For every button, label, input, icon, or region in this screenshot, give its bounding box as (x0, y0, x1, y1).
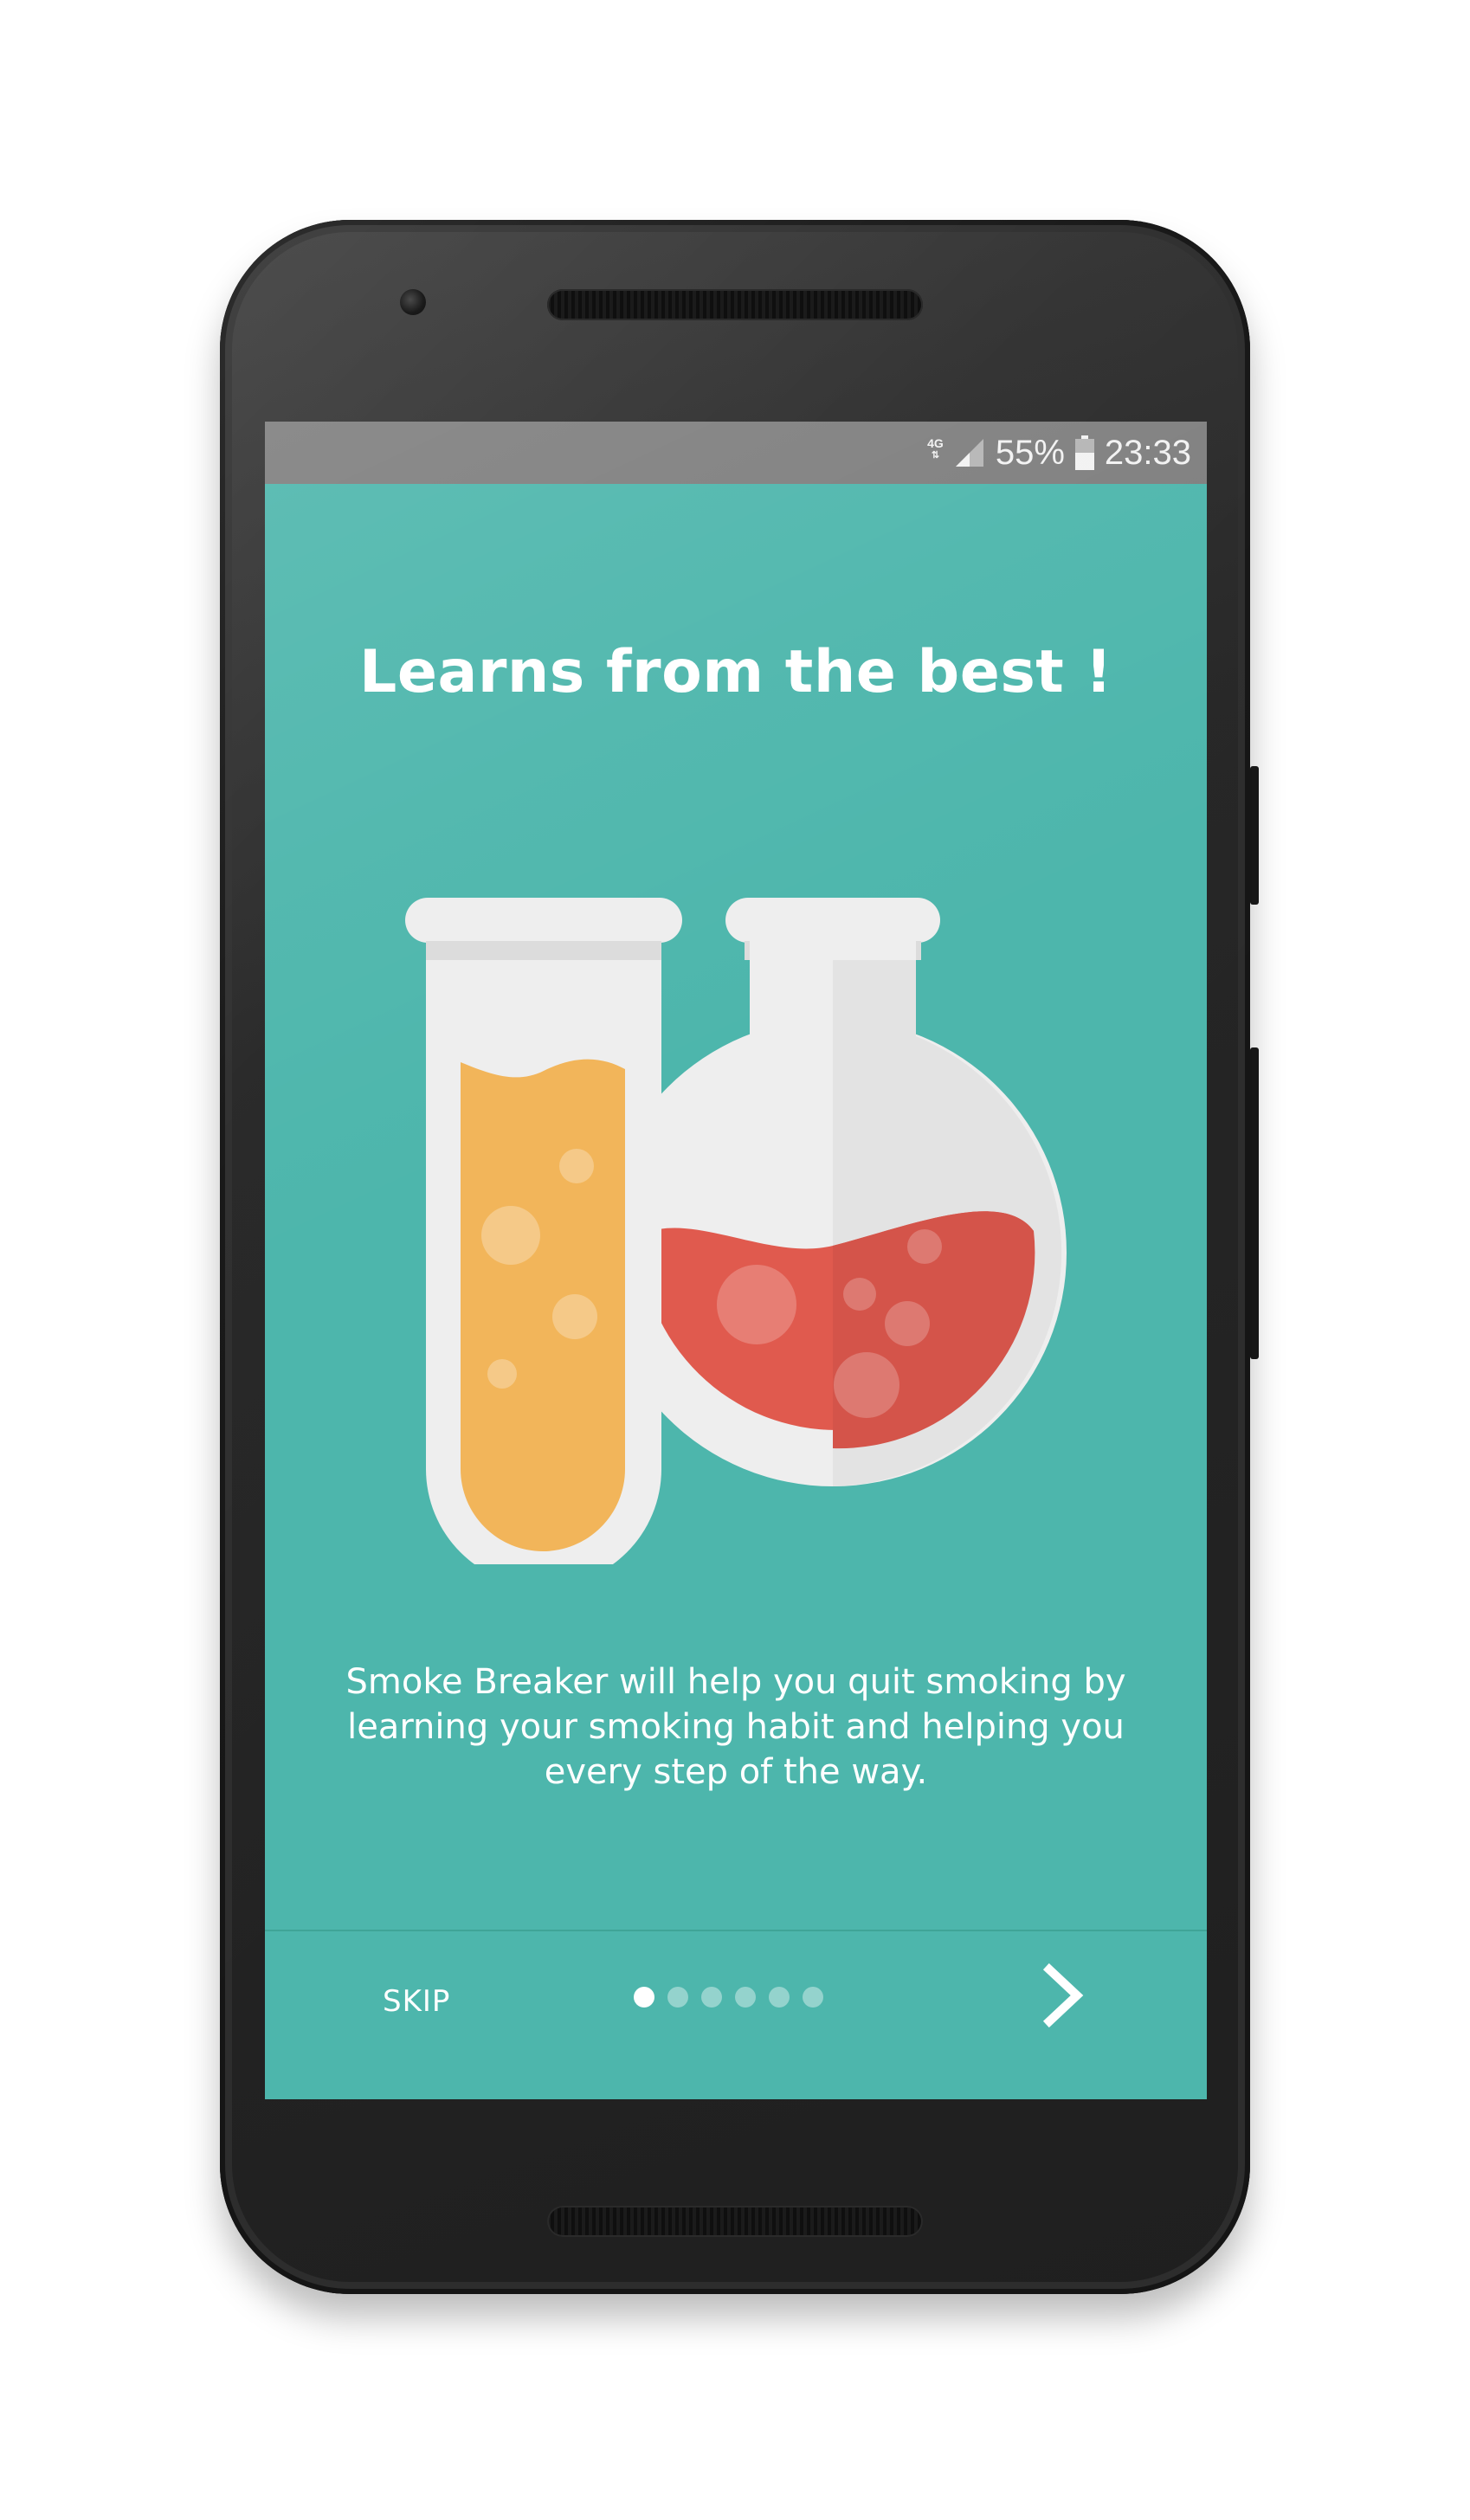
page-indicator (634, 1987, 823, 2008)
clock: 23:33 (1104, 433, 1191, 472)
page-dot-6 (803, 1987, 823, 2008)
signal-strength-icon (955, 439, 983, 467)
chevron-right-icon (1042, 1963, 1084, 2028)
app-screen: 4G ⇅ 55% 23:33 Learns from the best ! Sm… (265, 422, 1207, 2099)
status-bar: 4G ⇅ 55% 23:33 (265, 422, 1207, 484)
bottom-bar-divider (265, 1930, 1207, 1931)
front-camera (400, 289, 426, 315)
page-dot-3 (701, 1987, 722, 2008)
power-button (1250, 766, 1259, 905)
page-dot-5 (769, 1987, 790, 2008)
battery-icon (1074, 435, 1094, 470)
test-tube-icon (405, 898, 682, 1564)
page-dot-2 (667, 1987, 688, 2008)
bottom-speaker-grille (547, 2206, 923, 2237)
next-button[interactable] (1028, 1961, 1098, 2030)
lab-flasks-icon (405, 898, 1067, 1564)
top-speaker-grille (547, 289, 923, 320)
skip-button[interactable]: SKIP (383, 1984, 450, 2019)
volume-rocker (1250, 1047, 1259, 1359)
onboarding-title: Learns from the best ! (359, 638, 1112, 706)
page-dot-1 (634, 1987, 654, 2008)
network-type-label: 4G (927, 436, 944, 450)
battery-percentage: 55% (995, 433, 1065, 472)
page-dot-4 (735, 1987, 756, 2008)
network-type-icon: 4G ⇅ (927, 436, 944, 461)
round-flask-icon (599, 898, 1067, 1486)
device-mockup: 4G ⇅ 55% 23:33 Learns from the best ! Sm… (0, 0, 1470, 2520)
onboarding-description: Smoke Breaker will help you quit smoking… (345, 1662, 1126, 1792)
